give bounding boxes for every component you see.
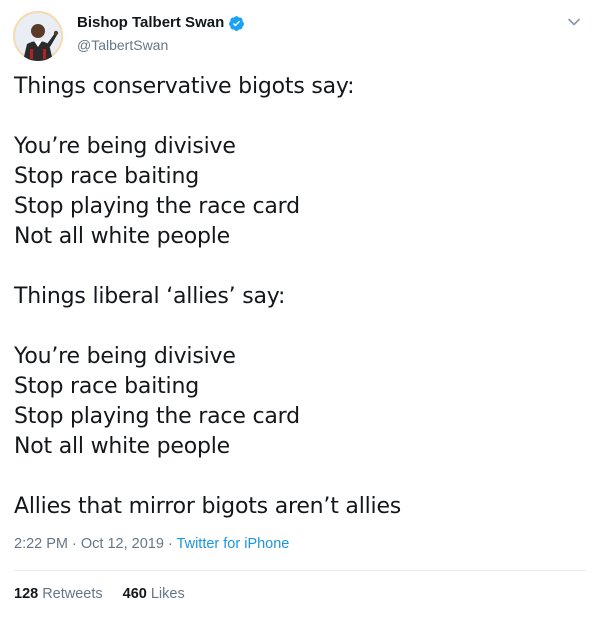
- timestamp[interactable]: 2:22 PM · Oct 12, 2019: [14, 536, 164, 552]
- tweet-text: Things conservative bigots say: You’re b…: [14, 72, 584, 522]
- author-block: Bishop Talbert Swan @TalbertSwan: [77, 12, 245, 55]
- tweet-line: Stop playing the race card: [14, 194, 300, 219]
- retweets-stat[interactable]: 128 Retweets: [14, 584, 103, 604]
- name-row: Bishop Talbert Swan: [77, 12, 245, 34]
- display-name[interactable]: Bishop Talbert Swan: [77, 12, 224, 34]
- likes-stat[interactable]: 460 Likes: [123, 584, 185, 604]
- tweet-card: Bishop Talbert Swan @TalbertSwan Things …: [0, 0, 600, 618]
- avatar[interactable]: [13, 11, 63, 61]
- likes-count: 460: [122, 586, 147, 602]
- tweet-line: Allies that mirror bigots aren’t allies: [14, 494, 402, 519]
- tweet-line: Stop race baiting: [14, 374, 199, 399]
- tweet-line: Stop race baiting: [14, 164, 199, 189]
- handle[interactable]: @TalbertSwan: [77, 35, 245, 55]
- divider: [14, 570, 586, 571]
- tweet-line: Things liberal ‘allies’ say:: [14, 284, 286, 309]
- meta-separator: ·: [163, 536, 177, 552]
- tweet-line: You’re being divisive: [14, 134, 236, 159]
- chevron-down-icon[interactable]: [566, 14, 582, 30]
- tweet-line: Not all white people: [14, 224, 231, 249]
- tweet-stats: 128 Retweets 460 Likes: [14, 584, 205, 604]
- verified-badge-icon: [228, 15, 245, 32]
- tweet-meta: 2:22 PM · Oct 12, 2019 · Twitter for iPh…: [14, 534, 289, 554]
- tweet-line: Things conservative bigots say:: [14, 74, 355, 99]
- tweet-line: Not all white people: [14, 434, 231, 459]
- retweets-count: 128: [14, 586, 39, 602]
- tweet-line: Stop playing the race card: [14, 404, 300, 429]
- source-link[interactable]: Twitter for iPhone: [177, 536, 290, 552]
- tweet-line: You’re being divisive: [14, 344, 236, 369]
- likes-label: Likes: [150, 586, 185, 602]
- retweets-label: Retweets: [42, 586, 103, 602]
